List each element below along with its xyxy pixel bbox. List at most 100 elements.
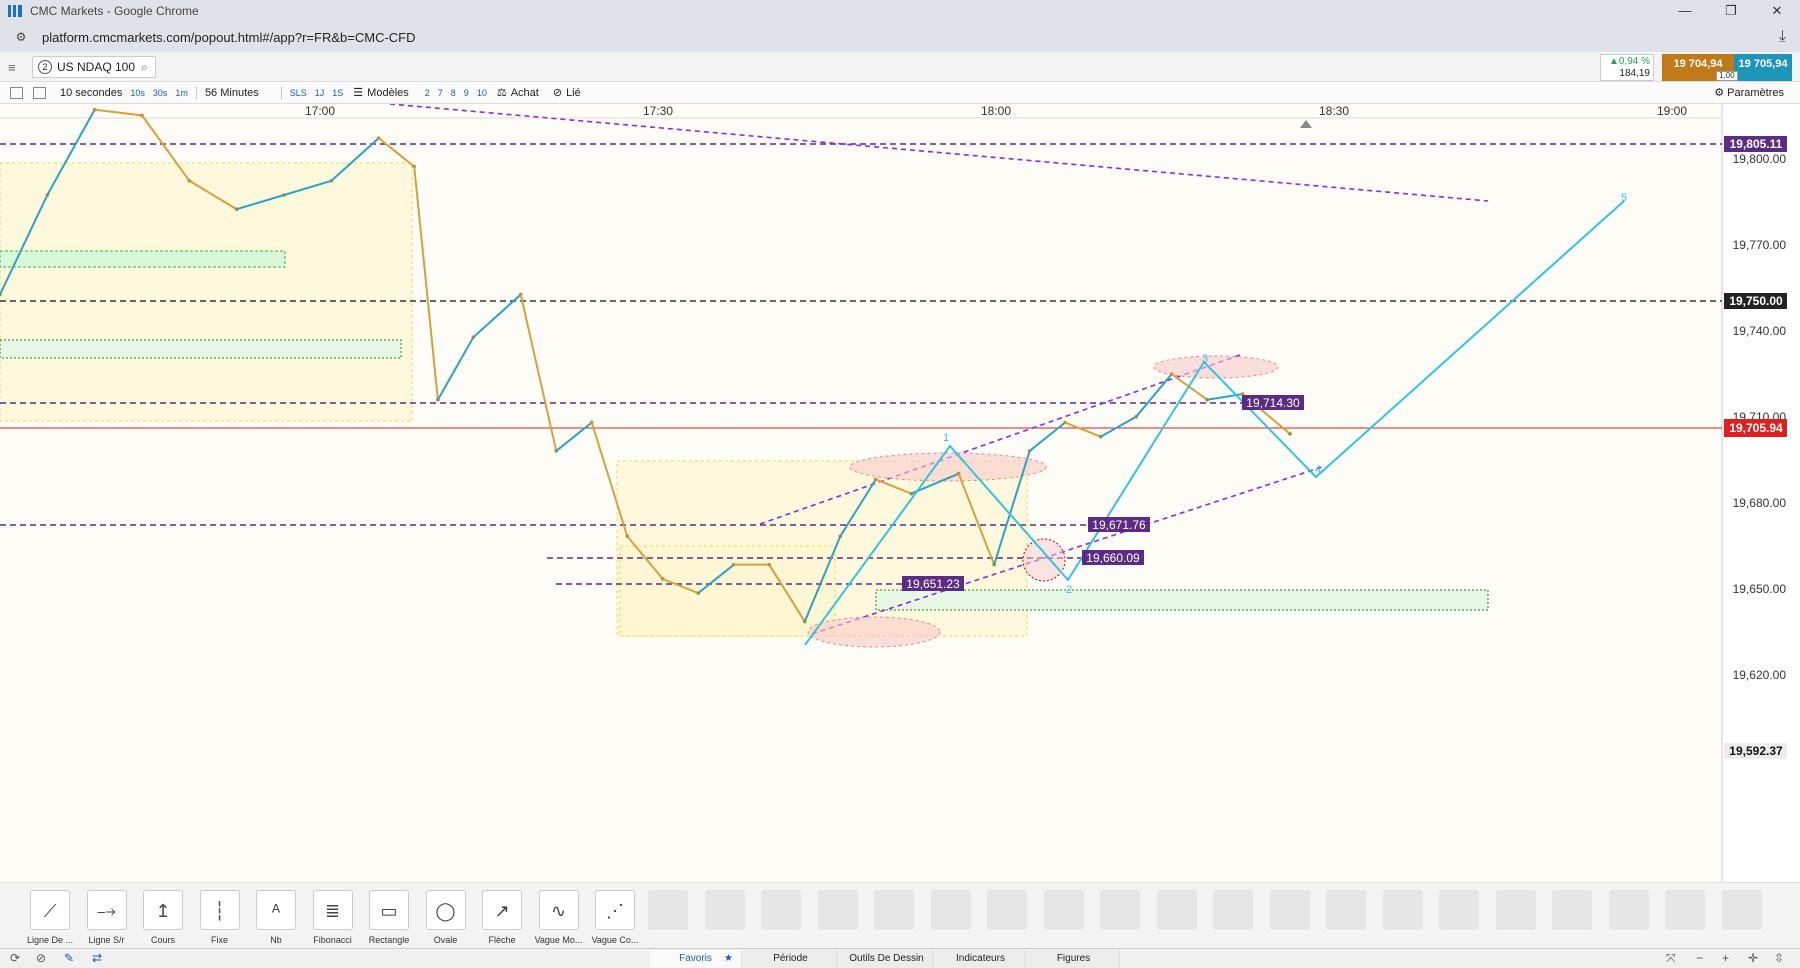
empty-tool-slot[interactable] xyxy=(1608,890,1649,930)
hamburger-icon[interactable]: ≡ xyxy=(8,60,16,75)
search-icon[interactable]: ⌕ xyxy=(141,60,148,75)
refresh-icon[interactable]: ⟳ xyxy=(10,951,20,965)
tab-drawing-tools[interactable]: Outils De Dessin xyxy=(840,950,934,968)
green-zone[interactable] xyxy=(0,339,402,359)
sls-button[interactable]: SLS xyxy=(290,88,307,98)
wave-label: 1 xyxy=(943,432,949,444)
empty-tool-slot[interactable] xyxy=(1495,890,1536,930)
model-7[interactable]: 7 xyxy=(438,88,443,98)
wave-corrective-icon: ⋰ xyxy=(606,901,624,921)
rectangle-tool-button[interactable]: ▭ xyxy=(369,890,409,930)
tab-figures[interactable]: Figures xyxy=(1028,950,1120,968)
empty-tool-slot[interactable] xyxy=(930,890,971,930)
x-tick-label: 19:00 xyxy=(1657,104,1687,118)
status-bar: ⟳ ⊘ ✎ ⇄ Favoris ★ Période Outils De Dess… xyxy=(0,948,1800,968)
model-10[interactable]: 10 xyxy=(477,88,487,98)
highlight-oval[interactable] xyxy=(849,452,1047,482)
price-tool-button[interactable]: ↥ xyxy=(143,890,183,930)
empty-tool-slot[interactable] xyxy=(1043,890,1084,930)
empty-tool-slot[interactable] xyxy=(1156,890,1197,930)
fixed-tool-button[interactable]: ┆ xyxy=(199,890,240,930)
settings-button[interactable]: ⚙ Paramètres xyxy=(1714,86,1784,99)
expand-icon[interactable]: ⇳ xyxy=(1774,951,1784,965)
empty-tool-slot[interactable] xyxy=(987,890,1027,930)
interval-30s[interactable]: 30s xyxy=(153,88,168,98)
highlight-oval[interactable] xyxy=(807,616,941,648)
tab-period[interactable]: Période xyxy=(744,950,838,968)
oval-tool-button[interactable]: ◯ xyxy=(425,890,466,930)
line-tool-button[interactable]: ⟋ xyxy=(30,890,70,930)
text-tool-button[interactable]: ᴬ xyxy=(256,890,296,930)
models-button[interactable]: Modèles xyxy=(367,87,409,99)
pencil-icon[interactable]: ✎ xyxy=(64,951,74,965)
sr-line-tool-button[interactable]: ⤍ xyxy=(86,890,127,930)
duration-select[interactable]: 56 Minutes xyxy=(205,87,259,99)
empty-tool-slot[interactable] xyxy=(1326,890,1366,930)
wave-motive-icon: ∿ xyxy=(550,901,567,921)
empty-tool-slot[interactable] xyxy=(761,890,801,930)
window-controls: — ❐ ✕ xyxy=(1662,0,1800,22)
green-zone[interactable] xyxy=(0,250,286,268)
price-tag-label: 19,750.00 xyxy=(1729,294,1783,308)
empty-tool-slot[interactable] xyxy=(1269,890,1310,930)
tab-label: Favoris xyxy=(679,953,712,964)
window-title: CMC Markets - Google Chrome xyxy=(30,4,199,18)
empty-tool-slot[interactable] xyxy=(1100,890,1140,930)
y-tick-label: 19,740.00 xyxy=(1733,324,1787,338)
empty-tool-slot[interactable] xyxy=(1439,890,1479,930)
interval-select[interactable]: 10 secondes xyxy=(60,87,122,99)
range-1s[interactable]: 1S xyxy=(332,88,343,98)
restore-icon[interactable]: ❐ xyxy=(1708,0,1754,22)
range-1j[interactable]: 1J xyxy=(315,88,325,98)
interval-10s[interactable]: 10s xyxy=(130,88,145,98)
model-2[interactable]: 2 xyxy=(425,88,430,98)
chart-area[interactable]: 17:00 17:30 18:00 18:30 19:00 19,800.00 … xyxy=(0,103,1800,882)
model-9[interactable]: 9 xyxy=(464,88,469,98)
clear-icon[interactable]: ⊘ xyxy=(36,951,46,965)
buy-mode-icon[interactable]: ⚖ xyxy=(497,86,507,99)
models-icon[interactable]: ☰ xyxy=(353,86,363,99)
wave-corrective-tool-button[interactable]: ⋰ xyxy=(595,890,635,930)
magnet-icon[interactable]: ⇄ xyxy=(92,951,102,965)
address-bar: ⚙ platform.cmcmarkets.com/popout.html#/a… xyxy=(0,22,1800,52)
layout-icon[interactable] xyxy=(33,86,46,99)
interval-1m[interactable]: 1m xyxy=(175,88,188,98)
empty-tool-slot[interactable] xyxy=(1552,890,1592,930)
price-chart[interactable]: 17:00 17:30 18:00 18:30 19:00 19,800.00 … xyxy=(0,103,1800,882)
tab-favorites[interactable]: Favoris ★ xyxy=(650,950,742,968)
yellow-zone[interactable] xyxy=(0,162,413,422)
url-text[interactable]: platform.cmcmarkets.com/popout.html#/app… xyxy=(42,30,416,45)
highlight-circle[interactable] xyxy=(1022,538,1066,582)
site-info-icon[interactable]: ⚙ xyxy=(12,29,30,45)
empty-tool-slot[interactable] xyxy=(1213,890,1253,930)
tab-indicators[interactable]: Indicateurs xyxy=(936,950,1026,968)
empty-tool-slot[interactable] xyxy=(648,890,688,930)
empty-tool-slot[interactable] xyxy=(1665,890,1705,930)
link-button[interactable]: Lié xyxy=(566,87,581,99)
model-8[interactable]: 8 xyxy=(451,88,456,98)
zoom-in-icon[interactable]: + xyxy=(1722,951,1729,965)
divider xyxy=(195,85,197,100)
instrument-selector[interactable]: 2 US NDAQ 100 ⌕ xyxy=(32,56,156,78)
arrow-tool-button[interactable]: ↗ xyxy=(482,890,522,930)
yellow-zone[interactable] xyxy=(619,545,836,637)
link-icon[interactable]: ⊘ xyxy=(553,86,562,99)
crosshair-icon[interactable]: ⤧ xyxy=(1666,951,1676,966)
empty-tool-slot[interactable] xyxy=(704,890,745,930)
close-icon[interactable]: ✕ xyxy=(1754,0,1800,22)
green-zone[interactable] xyxy=(875,589,1489,611)
download-icon[interactable]: ⤓ xyxy=(1779,28,1786,46)
buy-button[interactable]: 19 705,94 xyxy=(1734,54,1792,81)
list-icon[interactable] xyxy=(10,86,23,99)
wave-label: 3 xyxy=(1202,353,1208,365)
buy-mode-button[interactable]: Achat xyxy=(511,87,539,99)
empty-tool-slot[interactable] xyxy=(1382,890,1423,930)
wave-motive-tool-button[interactable]: ∿ xyxy=(538,890,579,930)
minimize-icon[interactable]: — xyxy=(1662,0,1708,22)
fibonacci-tool-button[interactable]: ≣ xyxy=(312,890,353,930)
zoom-out-icon[interactable]: − xyxy=(1696,951,1703,965)
empty-tool-slot[interactable] xyxy=(1721,890,1762,930)
move-icon[interactable]: ✛ xyxy=(1748,951,1758,965)
empty-tool-slot[interactable] xyxy=(817,890,858,930)
empty-tool-slot[interactable] xyxy=(874,890,914,930)
